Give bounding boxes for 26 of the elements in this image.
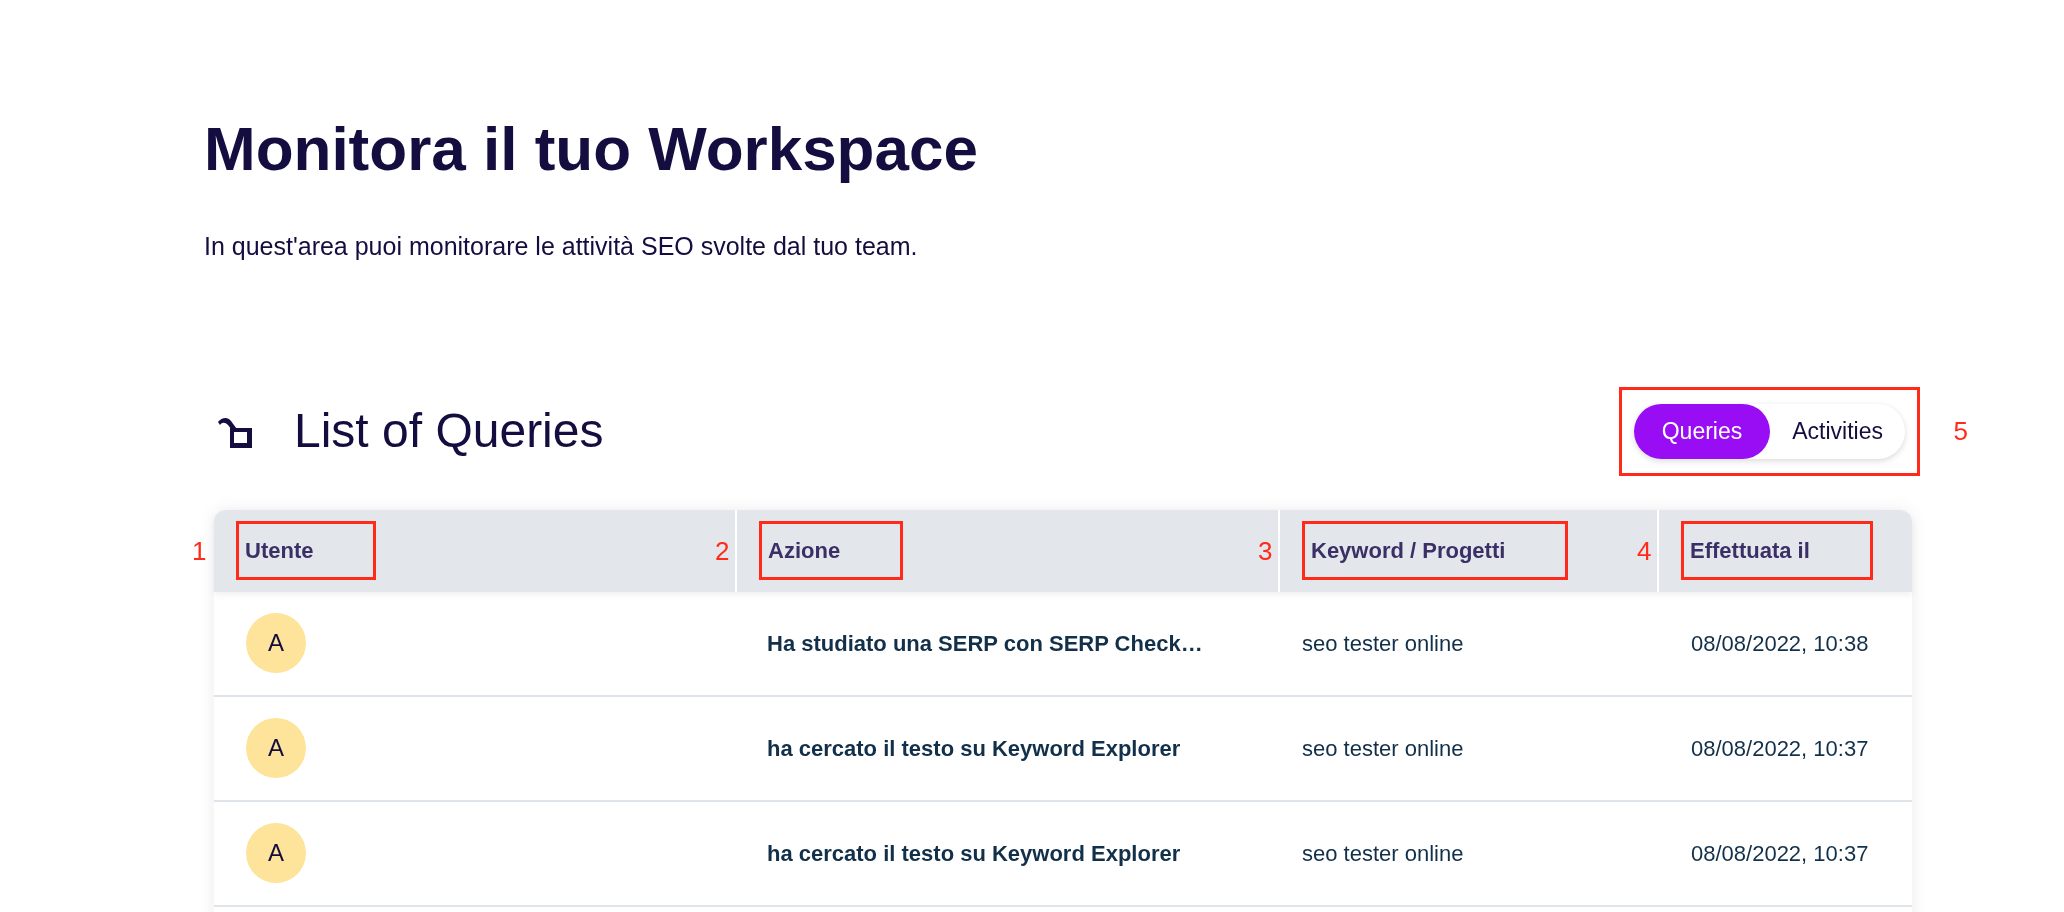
annotation-number: 2 (715, 537, 730, 564)
annotation-number: 3 (1258, 537, 1273, 564)
action-text: Ha studiato una SERP con SERP Check… (767, 630, 1203, 656)
column-header: Utente (245, 538, 314, 563)
page-description: In quest'area puoi monitorare le attività SEO svolte dal tuo team. (204, 230, 919, 262)
toggle-tab[interactable]: Activities (1770, 404, 1905, 459)
keyword-text: seo tester online (1302, 840, 1464, 866)
toggle-tab[interactable]: Queries (1633, 404, 1771, 459)
action-text: ha cercato il testo su Keyword Explorer (767, 840, 1181, 866)
user-avatar: A (246, 613, 306, 673)
column-header: Effettuata il (1690, 538, 1810, 563)
user-avatar: A (246, 823, 306, 883)
section-title: List of Queries (294, 403, 604, 460)
keyword-text: seo tester online (1302, 630, 1464, 656)
column-header: Keyword / Progetti (1311, 538, 1506, 563)
keyword-text: seo tester online (1302, 735, 1464, 761)
user-avatar: A (246, 718, 306, 778)
action-text: ha cercato il testo su Keyword Explorer (767, 735, 1181, 761)
date-text: 08/08/2022, 10:37 (1691, 735, 1869, 761)
date-text: 08/08/2022, 10:37 (1691, 840, 1869, 866)
annotation-number: 4 (1637, 537, 1652, 564)
column-header: Azione (768, 538, 841, 563)
annotation-number: 1 (192, 537, 207, 564)
page-title: Monitora il tuo Workspace (204, 113, 979, 185)
annotation-number: 5 (1953, 418, 1968, 445)
date-text: 08/08/2022, 10:38 (1691, 630, 1869, 656)
